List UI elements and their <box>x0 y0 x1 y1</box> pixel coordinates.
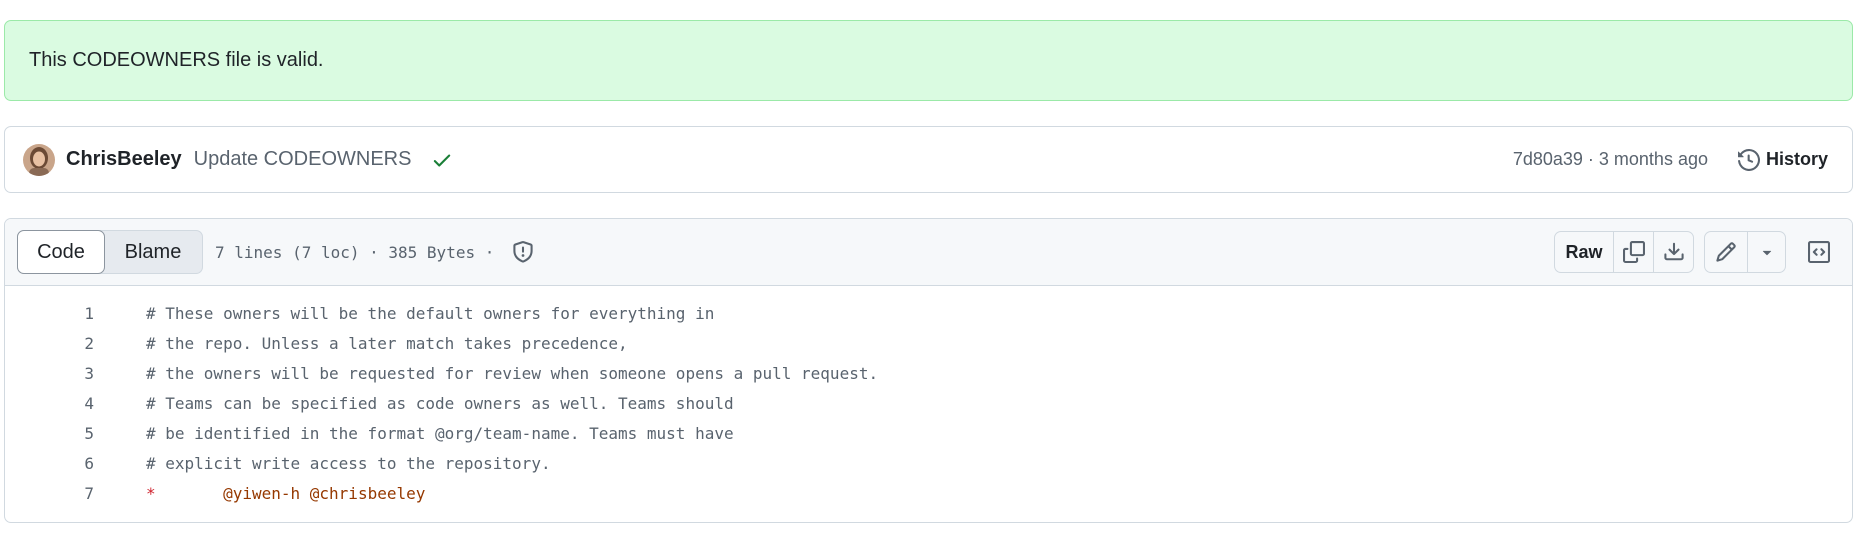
code-line: 6 # explicit write access to the reposit… <box>5 448 1852 478</box>
code-line: 2 # the repo. Unless a later match takes… <box>5 328 1852 358</box>
code-view[interactable]: 1 # These owners will be the default own… <box>5 286 1852 508</box>
commit-author-link[interactable]: ChrisBeeley <box>66 148 182 171</box>
valid-codeowners-banner: This CODEOWNERS file is valid. <box>4 20 1853 101</box>
view-toggle: Code Blame <box>17 230 203 274</box>
history-label: History <box>1765 149 1828 169</box>
edit-file-button[interactable] <box>1705 232 1747 272</box>
banner-message: This CODEOWNERS file is valid. <box>29 49 324 71</box>
pencil-icon <box>1716 242 1736 262</box>
line-content: # These owners will be the default owner… <box>146 303 715 323</box>
line-content: # the repo. Unless a later match takes p… <box>146 333 628 353</box>
line-number[interactable]: 4 <box>5 394 94 413</box>
pattern-token: * <box>146 483 156 503</box>
edit-actions-group <box>1704 231 1786 273</box>
file-header: Code Blame 7 lines (7 loc) · 385 Bytes ·… <box>5 219 1852 286</box>
check-icon[interactable] <box>431 149 453 171</box>
triangle-down-icon <box>1762 250 1771 256</box>
file-stats: 7 lines (7 loc) · 385 Bytes · <box>215 242 504 262</box>
shield-icon[interactable] <box>512 241 534 263</box>
history-icon <box>1737 148 1760 171</box>
commit-meta: 7d80a39 · 3 months ago <box>1513 149 1708 170</box>
owners-token: @yiwen-h @chrisbeeley <box>223 483 426 503</box>
line-content: # Teams can be specified as code owners … <box>146 393 734 413</box>
avatar[interactable] <box>23 143 55 176</box>
latest-commit-bar: ChrisBeeley Update CODEOWNERS 7d80a39 · … <box>4 126 1853 193</box>
copy-icon <box>1622 241 1645 263</box>
whitespace-gap <box>156 484 223 503</box>
line-content: # explicit write access to the repositor… <box>146 453 551 473</box>
tab-blame[interactable]: Blame <box>104 231 202 273</box>
line-number[interactable]: 3 <box>5 364 94 383</box>
history-button[interactable]: History <box>1730 145 1836 175</box>
file-actions-group: Raw <box>1554 231 1694 273</box>
download-raw-button[interactable] <box>1653 232 1693 272</box>
line-number[interactable]: 6 <box>5 454 94 473</box>
line-number[interactable]: 2 <box>5 334 94 353</box>
download-icon <box>1663 242 1684 261</box>
commit-message-link[interactable]: Update CODEOWNERS <box>194 148 412 171</box>
meta-separator: · <box>1582 149 1599 169</box>
raw-button[interactable]: Raw <box>1555 232 1613 272</box>
code-line: 5 # be identified in the format @org/tea… <box>5 418 1852 448</box>
code-line: 3 # the owners will be requested for rev… <box>5 358 1852 388</box>
code-square-icon <box>1808 241 1830 263</box>
tab-code[interactable]: Code <box>17 230 105 274</box>
code-line: 7 * @yiwen-h @chrisbeeley <box>5 478 1852 508</box>
file-info: 7 lines (7 loc) · 385 Bytes · <box>215 241 534 263</box>
line-number[interactable]: 1 <box>5 304 94 323</box>
code-line: 4 # Teams can be specified as code owner… <box>5 388 1852 418</box>
line-number[interactable]: 7 <box>5 484 94 503</box>
line-content: # be identified in the format @org/team-… <box>146 423 734 443</box>
copy-raw-button[interactable] <box>1613 232 1653 272</box>
code-line: 1 # These owners will be the default own… <box>5 298 1852 328</box>
file-viewer: Code Blame 7 lines (7 loc) · 385 Bytes ·… <box>4 218 1853 523</box>
line-number[interactable]: 5 <box>5 424 94 443</box>
more-edit-options-button[interactable] <box>1747 232 1785 272</box>
commit-sha-link[interactable]: 7d80a39 <box>1513 149 1583 169</box>
symbols-panel-button[interactable] <box>1798 231 1840 273</box>
line-content: * @yiwen-h @chrisbeeley <box>146 484 425 503</box>
commit-time: 3 months ago <box>1598 149 1708 169</box>
line-content: # the owners will be requested for revie… <box>146 363 879 383</box>
